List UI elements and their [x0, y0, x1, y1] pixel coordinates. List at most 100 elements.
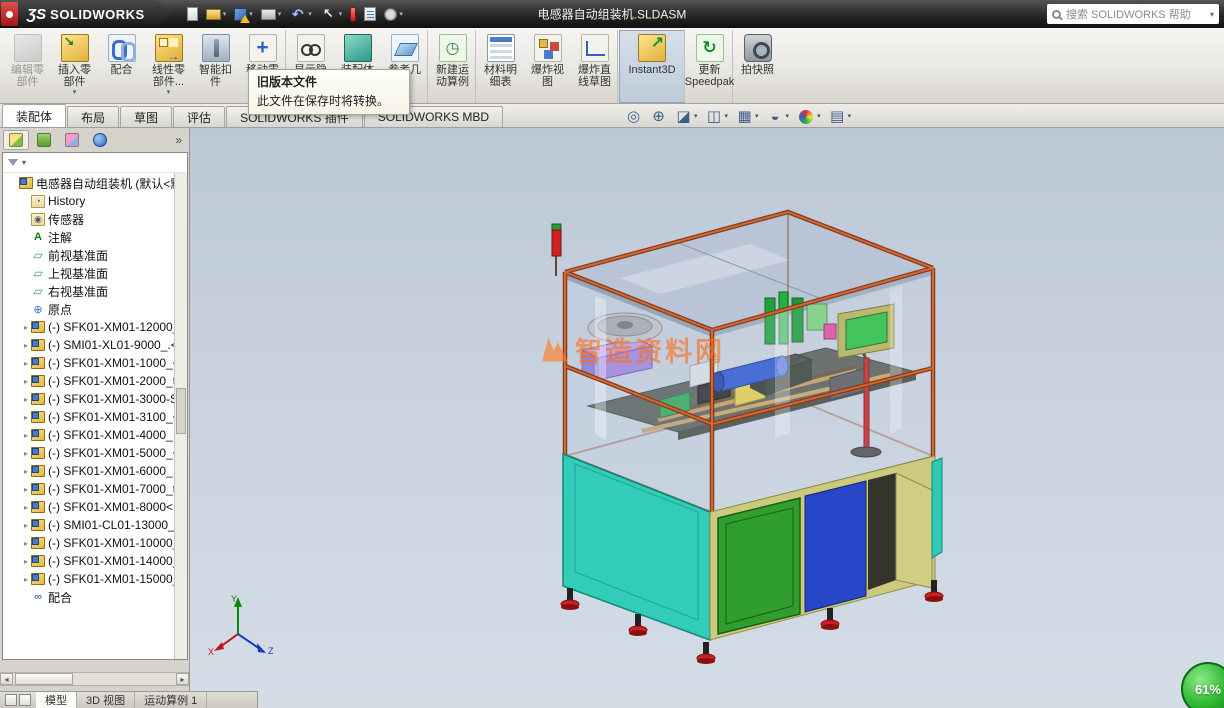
dropdown-arrow-icon[interactable]: ▾ [848, 113, 852, 120]
ribbon-button[interactable]: 配合 ▾ [98, 30, 145, 103]
titlebar-tool-button[interactable]: ▾ [232, 7, 255, 22]
dropdown-arrow-icon[interactable]: ▾ [278, 11, 282, 18]
dropdown-arrow-icon[interactable]: ▾ [786, 113, 790, 120]
scroll-right-arrow[interactable]: ▸ [176, 673, 189, 685]
expand-arrow-icon[interactable]: ▸ [21, 557, 31, 566]
titlebar-tool-button[interactable]: ▾ [185, 6, 200, 22]
tree-vertical-scrollbar[interactable] [174, 173, 187, 659]
view-tool-button[interactable]: ◒ ▾ [767, 108, 790, 125]
tree-item[interactable]: ▸ (-) SMI01-XL01-9000_.<1 [3, 336, 187, 354]
commandmanager-tab[interactable]: 布局 [67, 106, 119, 127]
ribbon-button[interactable]: 编辑零 部件 ▾ [4, 30, 51, 103]
expand-arrow-icon[interactable]: ▸ [21, 323, 31, 332]
expand-arrow-icon[interactable]: ▸ [21, 539, 31, 548]
ribbon-button[interactable]: 智能扣 件 ▾ [192, 30, 239, 103]
tree-item[interactable]: ▸ 电感器自动组装机 (默认<默认 [3, 174, 187, 192]
ribbon-button[interactable]: 爆炸视 图 ▾ [524, 30, 571, 103]
ribbon-button[interactable]: 更新 Speedpak ▾ [686, 30, 733, 103]
tree-item[interactable]: ▸ (-) SFK01-XM01-5000_<1 [3, 444, 187, 462]
view-tool-button[interactable]: ● ▾ [797, 110, 821, 124]
titlebar-tool-button[interactable]: ▾ [382, 7, 405, 22]
scroll-left-arrow[interactable]: ◂ [0, 673, 13, 685]
expand-arrow-icon[interactable]: ▸ [21, 359, 31, 368]
expand-arrow-icon[interactable]: ▸ [21, 449, 31, 458]
filter-dropdown-icon[interactable]: ▾ [22, 158, 26, 167]
dropdown-arrow-icon[interactable]: ▾ [694, 113, 698, 120]
tree-item[interactable]: ▸ 上视基准面 [3, 264, 187, 282]
model-tab[interactable]: 运动算例 1 [135, 692, 207, 708]
scrollbar-thumb[interactable] [15, 673, 73, 685]
scrollbar-thumb[interactable] [176, 388, 186, 434]
tree-item[interactable]: ▸ 原点 [3, 300, 187, 318]
titlebar-tool-button[interactable]: ▾ [287, 5, 314, 24]
splitter-icon[interactable] [5, 694, 17, 706]
tree-item[interactable]: ▸ (-) SMI01-CL01-13000_.< [3, 516, 187, 534]
panel-tab[interactable] [31, 130, 57, 150]
help-search-box[interactable]: 搜索 SOLIDWORKS 帮助 ▾ [1047, 4, 1219, 24]
tree-item[interactable]: ▸ (-) SFK01-XM01-12000_.< [3, 318, 187, 336]
expand-arrow-icon[interactable]: ▸ [21, 341, 31, 350]
tree-item[interactable]: ▸ (-) SFK01-XM01-1000_<1 [3, 354, 187, 372]
ribbon-button[interactable]: 材料明 细表 ▾ [477, 30, 524, 103]
tree-item[interactable]: ▸ (-) SFK01-XM01-3000-SC [3, 390, 187, 408]
tree-item[interactable]: ▸ (-) SFK01-XM01-2000_tc< [3, 372, 187, 390]
expand-arrow-icon[interactable]: ▸ [21, 503, 31, 512]
ribbon-button[interactable]: 线性零 部件... ▾ [145, 30, 192, 103]
expand-arrow-icon[interactable]: ▸ [21, 431, 31, 440]
ribbon-button[interactable]: 插入零 部件 ▾ [51, 30, 98, 103]
machine-3d-model[interactable] [190, 128, 1224, 708]
view-tool-button[interactable]: ⊕ ▾ [650, 108, 667, 125]
tree-item[interactable]: ▸ (-) SFK01-XM01-14000_. [3, 552, 187, 570]
panel-expand-chevron[interactable]: » [175, 133, 182, 147]
ribbon-button[interactable]: 拍快照 ▾ [734, 30, 781, 103]
tree-item[interactable]: ▸ (-) SFK01-XM01-8000<1> [3, 498, 187, 516]
tree-item[interactable]: ▸ 前视基准面 [3, 246, 187, 264]
tree-item[interactable]: ▸ 注解 [3, 228, 187, 246]
dropdown-arrow-icon[interactable]: ▾ [725, 113, 729, 120]
expand-arrow-icon[interactable]: ▸ [21, 395, 31, 404]
view-tool-button[interactable]: ◪ ▾ [675, 108, 698, 125]
search-dropdown-icon[interactable]: ▾ [1210, 10, 1214, 19]
tree-item[interactable]: ▸ (-) SFK01-XM01-7000_tc< [3, 480, 187, 498]
titlebar-tool-button[interactable]: ▾ [318, 5, 345, 24]
view-tool-button[interactable]: ◫ ▾ [706, 108, 729, 125]
panel-tab[interactable] [87, 130, 113, 150]
view-tool-button[interactable]: ▦ ▾ [736, 108, 759, 125]
titlebar-tool-button[interactable]: ▾ [204, 8, 229, 21]
ribbon-button[interactable]: Instant3D ▾ [619, 30, 685, 103]
dropdown-arrow-icon[interactable]: ▾ [167, 89, 171, 96]
view-tool-button[interactable]: ▤ ▾ [829, 108, 852, 125]
tree-item[interactable]: ▸ History [3, 192, 187, 210]
expand-arrow-icon[interactable]: ▸ [21, 521, 31, 530]
tree-item[interactable]: ▸ (-) SFK01-XM01-10000_. [3, 534, 187, 552]
model-tab[interactable]: 3D 视图 [77, 692, 135, 708]
dropdown-arrow-icon[interactable]: ▾ [339, 11, 343, 18]
tree-item[interactable]: ▸ (-) SFK01-XM01-3100_<1 [3, 408, 187, 426]
tree-filter-row[interactable]: ▾ [3, 153, 187, 173]
dropdown-arrow-icon[interactable]: ▾ [73, 89, 77, 96]
ribbon-button[interactable]: 新建运 动算例 ▾ [429, 30, 476, 103]
commandmanager-tab[interactable]: 草图 [120, 106, 172, 127]
tree-item[interactable]: ▸ (-) SFK01-XM01-4000_.<1 [3, 426, 187, 444]
splitter-icon[interactable] [19, 694, 31, 706]
panel-tab[interactable] [59, 130, 85, 150]
tree-item[interactable]: ▸ 传感器 [3, 210, 187, 228]
dropdown-arrow-icon[interactable]: ▾ [817, 113, 821, 120]
commandmanager-tab[interactable]: 评估 [173, 106, 225, 127]
expand-arrow-icon[interactable]: ▸ [21, 485, 31, 494]
model-tab[interactable]: 模型 [36, 692, 77, 708]
titlebar-tool-button[interactable]: ▾ [348, 6, 358, 23]
titlebar-tool-button[interactable]: ▾ [362, 6, 378, 22]
tree-horizontal-scrollbar[interactable]: ◂ ▸ [0, 672, 189, 686]
dropdown-arrow-icon[interactable]: ▾ [399, 11, 403, 18]
ribbon-button[interactable]: 爆炸直 线草图 ▾ [571, 30, 618, 103]
expand-arrow-icon[interactable]: ▸ [21, 377, 31, 386]
dropdown-arrow-icon[interactable]: ▾ [755, 113, 759, 120]
expand-arrow-icon[interactable]: ▸ [21, 575, 31, 584]
expand-arrow-icon[interactable]: ▸ [21, 467, 31, 476]
dropdown-arrow-icon[interactable]: ▾ [308, 11, 312, 18]
tree-item[interactable]: ▸ 配合 [3, 588, 187, 606]
graphics-viewport[interactable]: 智造资料网 Y X Z [190, 128, 1224, 708]
panel-tab[interactable] [3, 130, 29, 150]
dropdown-arrow-icon[interactable]: ▾ [223, 11, 227, 18]
